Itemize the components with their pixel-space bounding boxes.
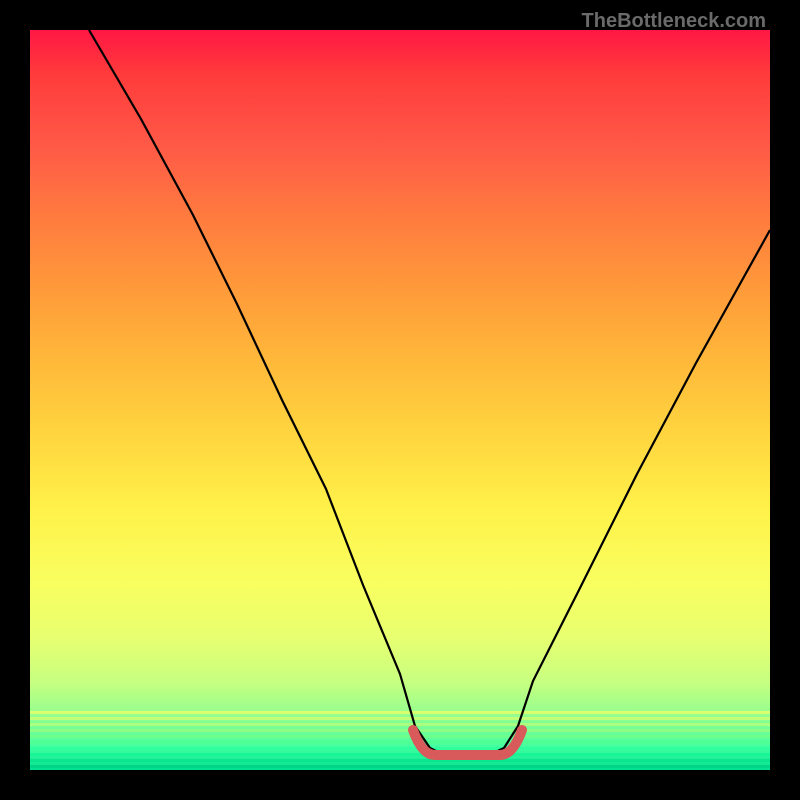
attribution-label: TheBottleneck.com [582, 10, 766, 33]
bottleneck-curve [89, 30, 770, 755]
plot-area [30, 30, 770, 770]
curve-layer [30, 30, 770, 770]
optimal-band-marker [413, 730, 522, 755]
chart-container: TheBottleneck.com [0, 0, 800, 800]
